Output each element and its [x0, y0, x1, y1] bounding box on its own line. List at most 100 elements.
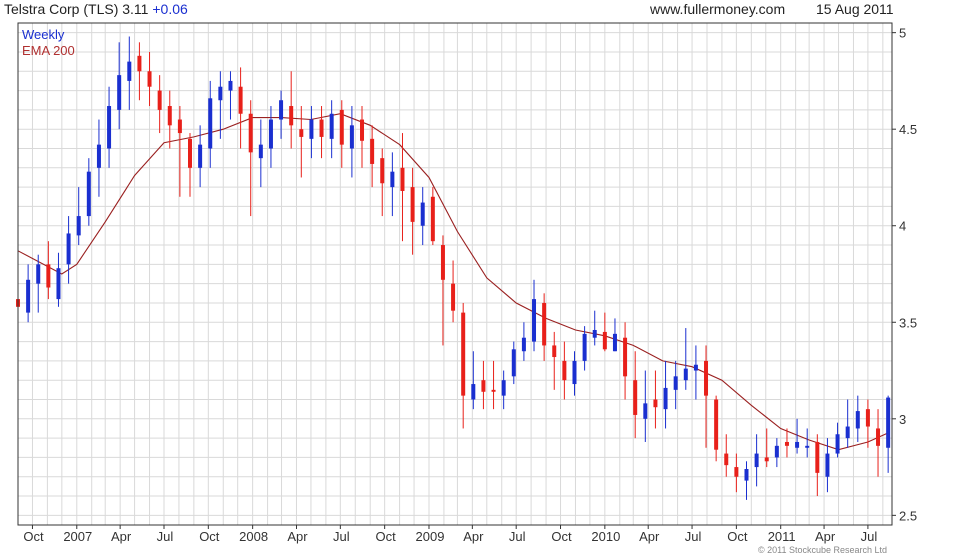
- candle-body: [714, 399, 719, 450]
- candle-body: [471, 384, 476, 400]
- candle-body: [167, 106, 172, 126]
- candle-body: [795, 441, 800, 448]
- legend-ema: EMA 200: [22, 43, 75, 58]
- candle-body: [370, 138, 375, 164]
- candle-body: [188, 138, 193, 168]
- title-text: Telstra Corp (TLS) 3.11: [4, 1, 149, 17]
- candle-body: [258, 144, 263, 159]
- candle-body: [764, 457, 769, 462]
- candle-body: [633, 380, 638, 415]
- candle-body: [835, 434, 840, 454]
- x-tick-label: 2008: [239, 529, 268, 544]
- candle-body: [96, 144, 101, 168]
- x-tick-label: 2010: [591, 529, 620, 544]
- candle-body: [886, 397, 891, 448]
- candle-body: [774, 445, 779, 458]
- candle-body: [208, 98, 213, 149]
- candle-body: [268, 119, 273, 149]
- x-tick-label: 2007: [63, 529, 92, 544]
- x-tick-label: 2009: [416, 529, 445, 544]
- x-tick-label: Jul: [157, 529, 174, 544]
- candle-body: [865, 409, 870, 427]
- candle-body: [876, 428, 881, 446]
- candle-body: [572, 360, 577, 385]
- candle-body: [228, 80, 233, 91]
- candle-body: [360, 119, 365, 141]
- x-tick-label: Oct: [727, 529, 748, 544]
- x-tick-label: Jul: [509, 529, 526, 544]
- candle-body: [309, 119, 314, 139]
- candle-body: [663, 387, 668, 410]
- candle-body: [198, 144, 203, 168]
- candle-body: [562, 360, 567, 381]
- candle-body: [784, 441, 789, 446]
- candle-body: [481, 380, 486, 392]
- candle-body: [805, 445, 810, 448]
- x-tick-label: Oct: [551, 529, 572, 544]
- candle-body: [845, 426, 850, 439]
- candle-body: [855, 411, 860, 429]
- x-tick-label: Apr: [639, 529, 660, 544]
- y-tick-label: 3.5: [899, 315, 917, 330]
- candle-body: [329, 113, 334, 139]
- candle-body: [693, 364, 698, 371]
- candle-body: [532, 299, 537, 342]
- candle-body: [744, 469, 749, 481]
- candle-body: [704, 360, 709, 396]
- candle-body: [491, 389, 496, 392]
- candle-body: [157, 90, 162, 110]
- candle-body: [430, 196, 435, 242]
- x-tick-label: Apr: [111, 529, 132, 544]
- candle-body: [440, 245, 445, 280]
- candle-body: [602, 331, 607, 350]
- price-change: +0.06: [152, 1, 188, 17]
- candle-body: [451, 283, 456, 311]
- candle-body: [76, 216, 81, 236]
- y-axis: 2.5 3 3.5 4 4.5 5: [892, 26, 917, 523]
- candle-body: [734, 467, 739, 477]
- chart-date: 15 Aug 2011: [816, 1, 894, 17]
- candle-body: [825, 453, 830, 477]
- candle-body: [26, 279, 31, 313]
- candle-body: [238, 86, 243, 114]
- y-tick-label: 5: [899, 26, 906, 41]
- x-tick-label: Jul: [685, 529, 702, 544]
- candle-body: [643, 403, 648, 419]
- candle-body: [612, 333, 617, 352]
- candle-body: [521, 337, 526, 352]
- legend-period: Weekly: [22, 27, 65, 42]
- candle-body: [461, 312, 466, 396]
- chart-title: Telstra Corp (TLS) 3.11 +0.06: [4, 1, 188, 17]
- price-chart: 2.533.544.55 Oct 2007 Apr Jul Oct 2008 Apr Jul O…: [16, 22, 917, 544]
- copyright-notice: © 2011 Stockcube Research Ltd: [758, 545, 888, 555]
- candle-body: [248, 113, 253, 153]
- candle-body: [299, 129, 304, 137]
- candle-body: [390, 171, 395, 188]
- candle-body: [592, 329, 597, 338]
- candle-body: [137, 55, 142, 72]
- candle-body: [279, 100, 284, 120]
- candle-body: [319, 119, 324, 137]
- candle-body: [724, 453, 729, 466]
- candle-body: [147, 71, 152, 87]
- candle-body: [815, 441, 820, 473]
- candle-body: [86, 171, 91, 217]
- x-tick-label: Oct: [376, 529, 397, 544]
- candle-body: [673, 376, 678, 390]
- candle-body: [177, 119, 182, 134]
- candle-body: [127, 61, 132, 81]
- x-tick-label: Apr: [463, 529, 484, 544]
- x-tick-label: Apr: [287, 529, 308, 544]
- candle-body: [289, 106, 294, 126]
- candle-body: [410, 187, 415, 222]
- candle-body: [623, 337, 628, 377]
- x-tick-label: Jul: [861, 529, 878, 544]
- source-site[interactable]: www.fullermoney.com: [650, 1, 785, 17]
- y-tick-label: 4: [899, 219, 906, 234]
- candle-body: [511, 349, 516, 377]
- candle-body: [653, 399, 658, 408]
- candle-body: [218, 86, 223, 101]
- x-tick-label: Apr: [815, 529, 836, 544]
- candle-body: [36, 264, 41, 284]
- y-tick-label: 2.5: [899, 508, 917, 523]
